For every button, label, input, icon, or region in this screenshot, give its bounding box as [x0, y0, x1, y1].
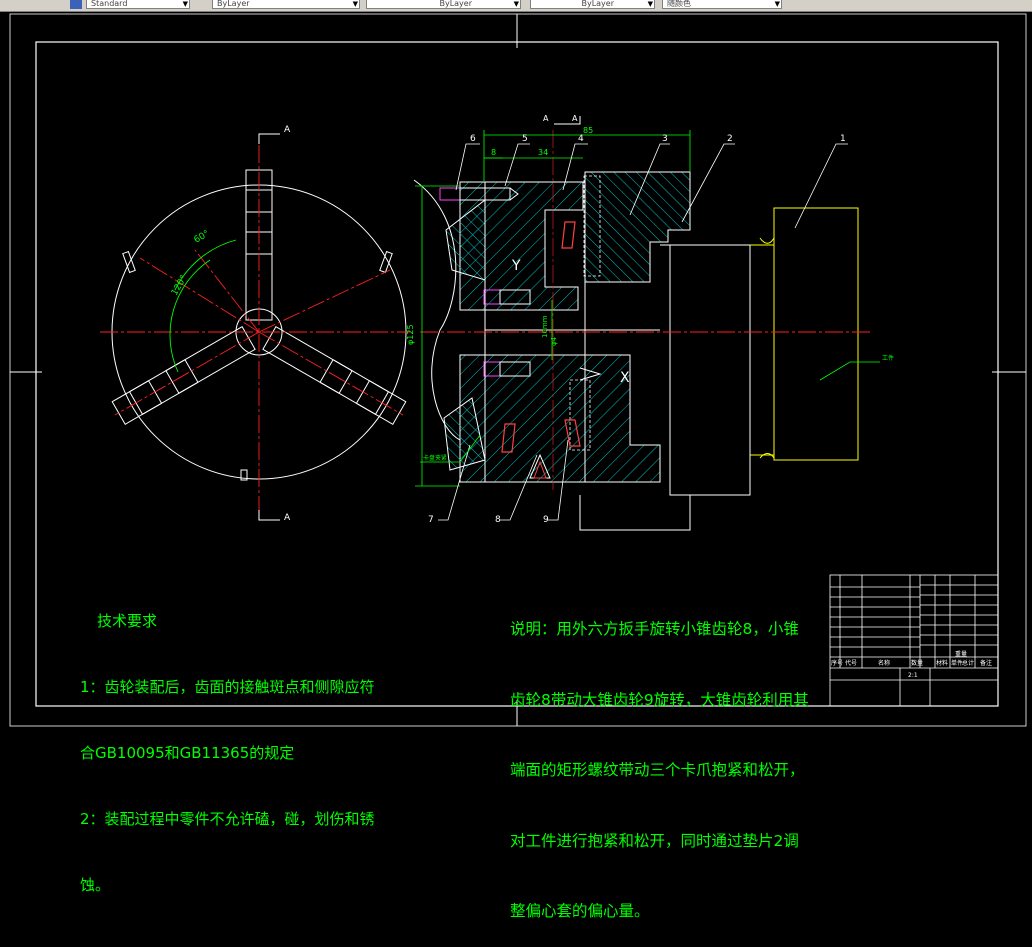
chevron-down-icon: ▼ — [182, 0, 188, 8]
part-number-6: 6 — [470, 134, 476, 144]
tb-header-index: 序号 — [831, 659, 843, 667]
part-number-3: 3 — [662, 134, 668, 144]
note-line: 整偏心套的偏心量。 — [510, 902, 650, 920]
tech-requirement-line: 1：齿轮装配后，齿面的接触斑点和侧隙应符 — [80, 678, 375, 696]
text-style-combo[interactable]: Standard ▼ — [86, 0, 190, 9]
tb-header-code: 代号 — [845, 659, 857, 667]
view-mark-x: X — [620, 370, 630, 386]
note-line: 说明：用外六方扳手旋转小锥齿轮8，小锥 — [510, 620, 799, 638]
view-mark-y: Y — [511, 258, 521, 274]
note-line: 对工件进行抱紧和松开，同时通过垫片2调 — [510, 831, 799, 850]
layer-combo[interactable]: ByLayer ▼ — [212, 0, 360, 9]
label-chuck: 卡盘夹紧 — [423, 454, 447, 462]
dim-dia125: φ125 — [406, 324, 415, 345]
tb-header-qty: 数量 — [911, 659, 923, 667]
tb-header-material: 材料 — [936, 659, 948, 667]
text-style-value: Standard — [91, 0, 128, 8]
dim-34: 34 — [538, 148, 548, 157]
title-block — [829, 574, 999, 707]
text-style-icon[interactable] — [70, 0, 82, 9]
section-mark-top: A — [284, 125, 291, 135]
tb-header-total: 总计 — [962, 659, 974, 667]
view-label-a: A — [543, 114, 549, 123]
note-line: 端面的矩形螺纹带动三个卡爪抱紧和松开， — [510, 761, 805, 779]
title-block-headers: 序号 代号 名称 数量 材料 单件 总计 备注 重量 2:1 — [831, 650, 992, 679]
dim-clamp: 10mm — [541, 315, 549, 338]
angle-label-60: 60° — [193, 229, 212, 246]
tech-requirements-title: 技术要求 — [97, 612, 158, 630]
explanation-note: 说明：用外六方扳手旋转小锥齿轮8，小锥 齿轮8带动大锥齿轮9旋转，大锥齿轮利用其… — [510, 571, 809, 947]
note-line: 齿轮8带动大锥齿轮9旋转，大锥齿轮利用其 — [510, 690, 809, 709]
chevron-down-icon: ▼ — [774, 0, 780, 8]
tb-header-name: 名称 — [878, 659, 890, 667]
lineweight-combo[interactable]: ByLayer ▼ — [530, 0, 655, 9]
lineweight-value: ByLayer — [581, 0, 614, 8]
part-number-5: 5 — [522, 134, 528, 144]
tech-requirement-line: 蚀。 — [80, 876, 111, 894]
part-number-4: 4 — [578, 134, 584, 144]
plot-style-combo[interactable]: 随颜色 ▼ — [662, 0, 782, 9]
label-workpiece: 工件 — [882, 354, 894, 362]
tb-scale: 2:1 — [908, 672, 918, 679]
part-number-2: 2 — [727, 134, 733, 144]
cross-section: 85 34 8 φ125 10mm φ4 A A Y X 1 2 3 4 5 6… — [406, 114, 894, 531]
tb-header-weight: 重量 — [955, 650, 967, 658]
linetype-value: ByLayer — [439, 0, 472, 8]
part-number-9: 9 — [543, 515, 549, 525]
chevron-down-icon: ▼ — [513, 0, 519, 8]
tb-header-remark: 备注 — [980, 659, 992, 667]
angle-label-120: 120° — [170, 274, 190, 298]
section-mark-bottom: A — [284, 513, 291, 523]
dim-dia-small: φ4 — [550, 336, 558, 346]
linetype-combo[interactable]: ByLayer ▼ — [366, 0, 521, 9]
dim-8: 8 — [491, 148, 496, 157]
part-number-1: 1 — [840, 134, 846, 144]
view-label-a2: A — [572, 114, 578, 123]
part-number-8: 8 — [495, 515, 501, 525]
chevron-down-icon: ▼ — [352, 0, 358, 8]
tech-requirements: 技术要求 1：齿轮装配后，齿面的接触斑点和侧隙应符 合GB10095和GB113… — [80, 566, 375, 918]
end-view: 60° 120° A A — [100, 125, 410, 523]
dim-overall-length: 85 — [583, 126, 593, 135]
tech-requirement-line: 合GB10095和GB11365的规定 — [80, 744, 295, 762]
part-number-7: 7 — [428, 515, 434, 525]
layer-value: ByLayer — [217, 0, 250, 8]
tech-requirement-line: 2：装配过程中零件不允许磕，碰，划伤和锈 — [80, 810, 375, 828]
plot-style-value: 随颜色 — [667, 0, 691, 8]
chevron-down-icon: ▼ — [647, 0, 653, 8]
